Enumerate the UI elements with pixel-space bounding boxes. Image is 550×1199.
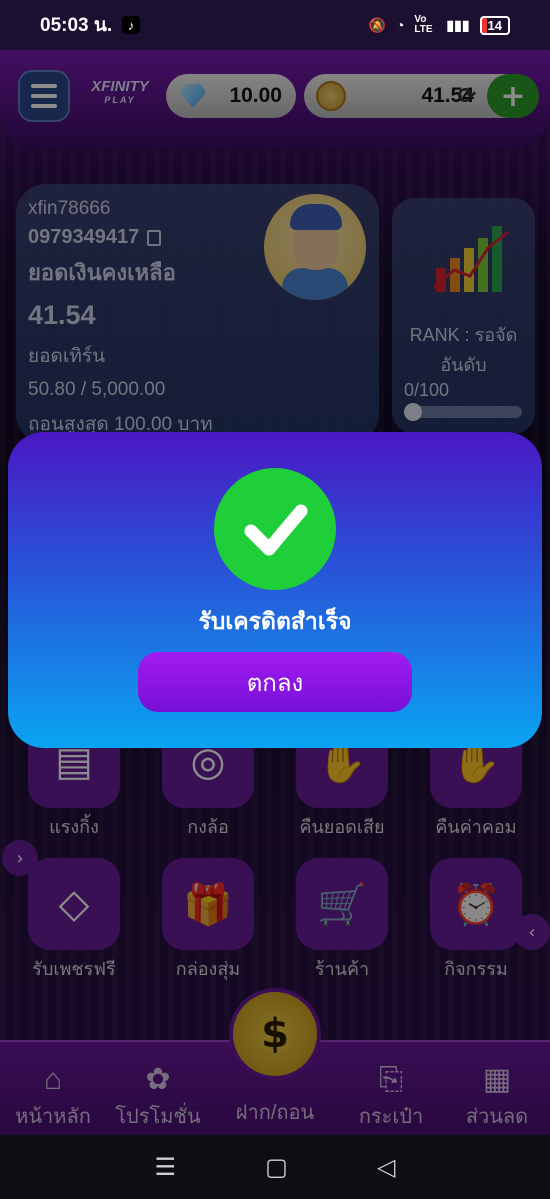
back-icon[interactable]: ◁ <box>377 1153 395 1181</box>
ok-button[interactable]: ตกลง <box>138 652 412 712</box>
recent-apps-icon[interactable]: ☰ <box>155 1153 177 1181</box>
check-icon <box>214 468 336 590</box>
status-bar: 05:03 น. ♪ 🔕 ◔ Vo LTE ▮▮▮ 14 <box>0 0 550 50</box>
signal-icon: ▮▮▮ <box>446 16 470 33</box>
status-time: 05:03 น. <box>40 15 113 36</box>
tiktok-icon: ♪ <box>122 16 141 34</box>
network-label: Vo LTE <box>414 14 433 35</box>
android-nav-bar: ☰ ▢ ◁ <box>0 1135 550 1199</box>
status-icons: 🔕 ◔ Vo LTE ▮▮▮ 14 <box>368 14 510 35</box>
checkmark-icon <box>244 504 308 556</box>
home-button-icon[interactable]: ▢ <box>265 1153 288 1181</box>
success-dialog: รับเครดิตสำเร็จ ตกลง <box>8 432 542 748</box>
battery-icon: 14 <box>479 15 510 35</box>
dialog-message: รับเครดิตสำเร็จ <box>198 608 352 634</box>
wifi-icon: ◔ <box>395 17 405 33</box>
mute-icon: 🔕 <box>368 16 386 33</box>
